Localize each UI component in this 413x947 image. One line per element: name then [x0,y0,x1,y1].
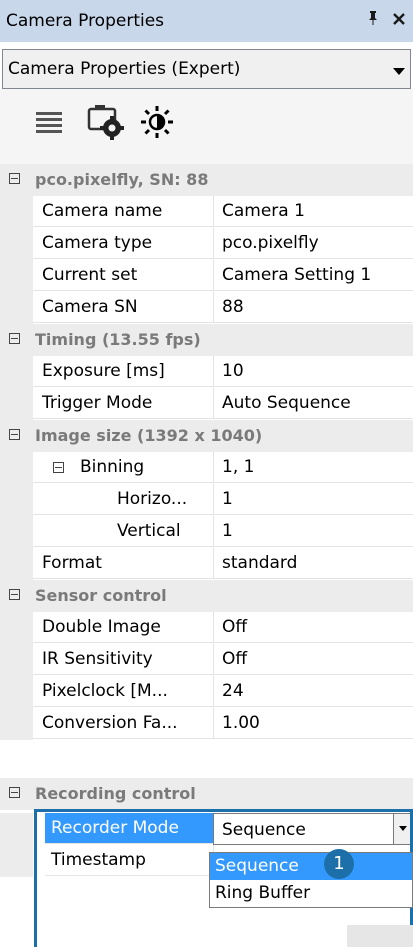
property-row-vertical[interactable]: Vertical 1 [0,516,413,548]
property-name: Current set [33,260,213,291]
category-label: Image size (1392 x 1040) [35,426,263,445]
category-sensor-control[interactable]: Sensor control [0,580,413,612]
property-row-double-image[interactable]: Double Image Off [0,612,413,644]
property-value[interactable]: 1 [213,516,413,547]
property-value[interactable]: Off [213,612,413,643]
property-value[interactable]: 88 [213,292,413,323]
view-mode-select[interactable]: Camera Properties (Expert) [2,49,411,89]
panel-title: Camera Properties [6,11,165,31]
step-badge: 1 [324,849,354,879]
button-fragment[interactable] [347,925,413,947]
property-name: Pixelclock [M... [33,676,213,707]
property-grid: pco.pixelfly, SN: 88 Camera name Camera … [0,164,413,947]
option-ring-buffer[interactable]: Ring Buffer [210,880,412,907]
property-row-recorder-mode[interactable]: Recorder Mode Sequence [0,813,413,845]
property-name: Timestamp [45,845,213,876]
camera-settings-icon[interactable] [86,103,126,146]
category-recording-control[interactable]: Recording control [0,778,413,810]
property-value[interactable]: 10 [213,356,413,387]
brightness-icon[interactable] [140,105,174,144]
collapse-icon[interactable] [9,589,20,600]
property-value[interactable]: Auto Sequence [213,388,413,419]
property-row-camera-sn[interactable]: Camera SN 88 [0,292,413,324]
collapse-icon[interactable] [9,173,20,184]
option-sequence[interactable]: Sequence [210,853,412,880]
property-row-trigger-mode[interactable]: Trigger Mode Auto Sequence [0,388,413,420]
category-camera[interactable]: pco.pixelfly, SN: 88 [0,164,413,196]
property-name: Format [33,548,213,579]
property-row-conversion-factor[interactable]: Conversion Fa... 1.00 [0,708,413,740]
category-timing[interactable]: Timing (13.55 fps) [0,324,413,356]
property-row-pixelclock[interactable]: Pixelclock [M... 24 [0,676,413,708]
property-name: Double Image [33,612,213,643]
property-name: IR Sensitivity [33,644,213,675]
property-name: Camera name [33,196,213,227]
category-image-size[interactable]: Image size (1392 x 1040) [0,420,413,452]
collapse-icon[interactable] [9,429,20,440]
property-value[interactable]: Camera Setting 1 [213,260,413,291]
property-row-horizontal[interactable]: Horizo... 1 [0,484,413,516]
property-name: Conversion Fa... [33,708,213,739]
property-value[interactable]: Off [213,644,413,675]
property-row-camera-type[interactable]: Camera type pco.pixelfly [0,228,413,260]
category-label: Timing (13.55 fps) [35,330,201,349]
property-name: Recorder Mode [45,813,213,844]
property-row-binning[interactable]: Binning 1, 1 [0,452,413,484]
category-label: pco.pixelfly, SN: 88 [35,170,209,189]
recorder-mode-select[interactable]: Sequence [213,813,413,845]
property-row-camera-name[interactable]: Camera name Camera 1 [0,196,413,228]
list-icon[interactable] [36,111,62,140]
recorder-mode-value: Sequence [222,820,306,840]
category-label: Recording control [35,784,196,803]
property-value[interactable]: 24 [213,676,413,707]
toolbar [0,89,413,164]
property-name: Horizo... [33,484,213,515]
property-value[interactable]: Camera 1 [213,196,413,227]
property-value[interactable]: pco.pixelfly [213,228,413,259]
property-row-ir-sensitivity[interactable]: IR Sensitivity Off [0,644,413,676]
property-value[interactable]: 1, 1 [213,452,413,483]
property-row-format[interactable]: Format standard [0,548,413,580]
property-value[interactable]: 1 [213,484,413,515]
property-row-exposure[interactable]: Exposure [ms] 10 [0,356,413,388]
property-name: Binning [33,452,213,483]
close-icon[interactable] [392,9,406,31]
property-name: Camera type [33,228,213,259]
pin-icon[interactable] [366,10,380,31]
collapse-icon[interactable] [9,787,20,798]
property-name: Vertical [33,516,213,547]
property-value[interactable]: 1.00 [213,708,413,739]
property-row-current-set[interactable]: Current set Camera Setting 1 [0,260,413,292]
chevron-down-icon[interactable] [393,814,412,844]
property-name: Exposure [ms] [33,356,213,387]
recorder-mode-options: Sequence Ring Buffer [209,852,413,908]
property-name: Camera SN [33,292,213,323]
panel-titlebar: Camera Properties [0,0,413,42]
view-mode-value: Camera Properties (Expert) [8,59,241,79]
chevron-down-icon [393,68,405,75]
category-label: Sensor control [35,586,167,605]
property-value[interactable]: standard [213,548,413,579]
collapse-icon[interactable] [9,333,20,344]
property-name: Trigger Mode [33,388,213,419]
